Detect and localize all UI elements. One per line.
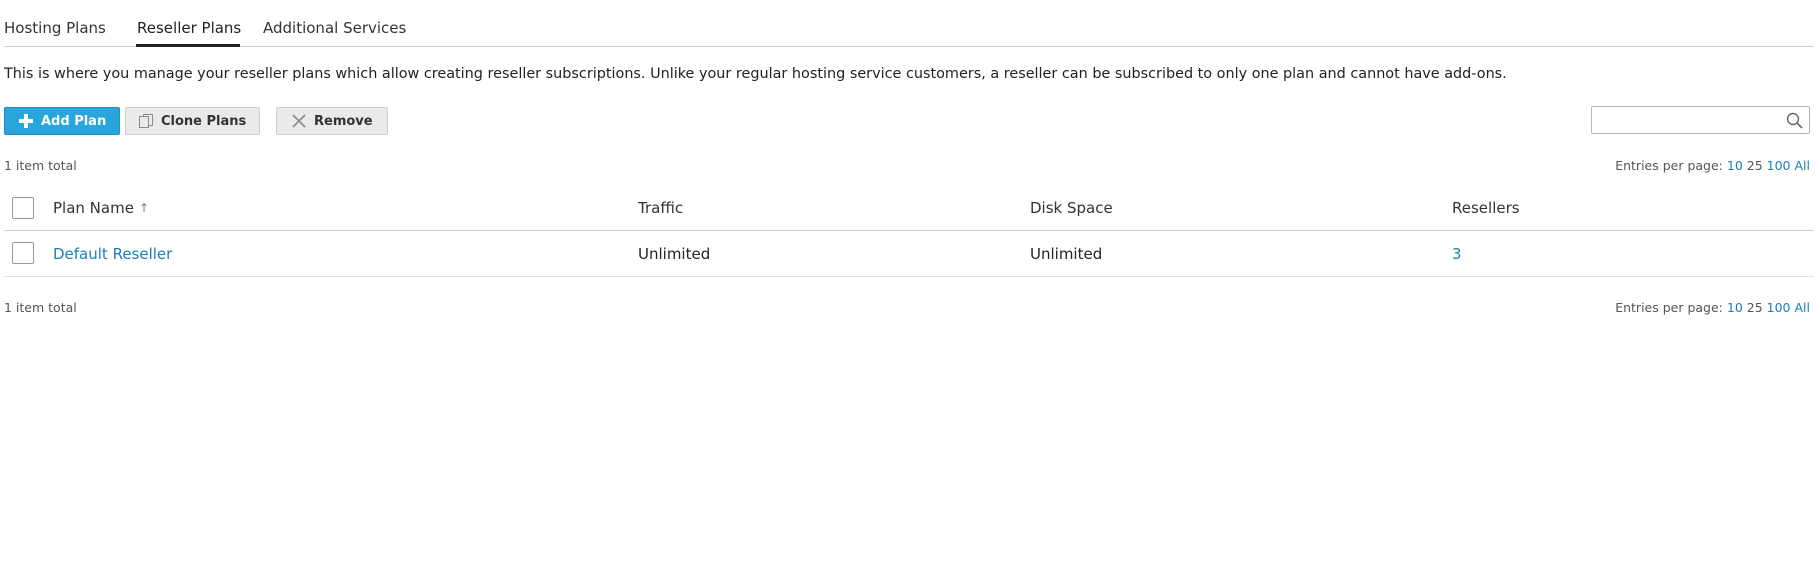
- item-total-bottom: 1 item total: [4, 300, 77, 315]
- search-icon[interactable]: [1786, 112, 1803, 133]
- search-input[interactable]: [1598, 108, 1782, 134]
- reseller-plans-table: Plan Name ↑ Traffic Disk Space Resellers…: [4, 186, 1814, 277]
- plan-name-link[interactable]: Default Reseller: [53, 231, 172, 276]
- add-plan-button[interactable]: Add Plan: [4, 107, 120, 135]
- clone-plans-button[interactable]: Clone Plans: [125, 107, 260, 135]
- entries-option-10[interactable]: 10: [1727, 300, 1743, 315]
- tab-additional-services[interactable]: Additional Services: [263, 19, 406, 37]
- sort-ascending-icon: ↑: [138, 201, 149, 215]
- entries-option-all[interactable]: All: [1795, 158, 1811, 173]
- resellers-count-link[interactable]: 3: [1452, 231, 1462, 276]
- entries-per-page-label: Entries per page:: [1615, 300, 1723, 315]
- plus-icon: [18, 113, 34, 129]
- entries-per-page-bottom: Entries per page: 10 25 100 All: [1615, 300, 1810, 315]
- remove-label: Remove: [314, 113, 373, 129]
- item-total-top: 1 item total: [4, 158, 77, 173]
- entries-option-25: 25: [1746, 158, 1763, 173]
- reseller-plans-page: Hosting Plans Reseller Plans Additional …: [0, 0, 1819, 588]
- column-header-traffic[interactable]: Traffic: [638, 186, 683, 230]
- add-plan-label: Add Plan: [41, 113, 107, 129]
- copy-icon: [138, 113, 154, 129]
- disk-space-value: Unlimited: [1030, 244, 1103, 263]
- column-header-plan-name[interactable]: Plan Name ↑: [53, 186, 149, 230]
- row-checkbox[interactable]: [12, 242, 34, 264]
- x-icon: [291, 113, 307, 129]
- table-row: Default Reseller Unlimited Unlimited 3: [4, 231, 1814, 277]
- plan-name-header-label: Plan Name: [53, 199, 134, 217]
- select-all-checkbox[interactable]: [12, 197, 34, 219]
- entries-option-all[interactable]: All: [1795, 300, 1811, 315]
- entries-option-25: 25: [1746, 300, 1763, 315]
- entries-per-page-label: Entries per page:: [1615, 158, 1723, 173]
- tab-hosting-plans[interactable]: Hosting Plans: [4, 19, 106, 37]
- tab-reseller-plans[interactable]: Reseller Plans: [137, 19, 241, 37]
- page-description: This is where you manage your reseller p…: [4, 66, 1507, 82]
- column-header-disk-space[interactable]: Disk Space: [1030, 186, 1113, 230]
- clone-plans-label: Clone Plans: [161, 113, 247, 129]
- tab-bar: Hosting Plans Reseller Plans Additional …: [4, 0, 1814, 47]
- table-header-row: Plan Name ↑ Traffic Disk Space Resellers: [4, 186, 1814, 231]
- entries-option-100[interactable]: 100: [1767, 158, 1791, 173]
- entries-option-10[interactable]: 10: [1727, 158, 1743, 173]
- column-header-resellers[interactable]: Resellers: [1452, 186, 1520, 230]
- entries-per-page-top: Entries per page: 10 25 100 All: [1615, 158, 1810, 173]
- remove-button[interactable]: Remove: [276, 107, 388, 135]
- active-tab-indicator: [136, 44, 240, 47]
- traffic-value: Unlimited: [638, 244, 711, 263]
- entries-option-100[interactable]: 100: [1767, 300, 1791, 315]
- search-box: [1591, 106, 1810, 134]
